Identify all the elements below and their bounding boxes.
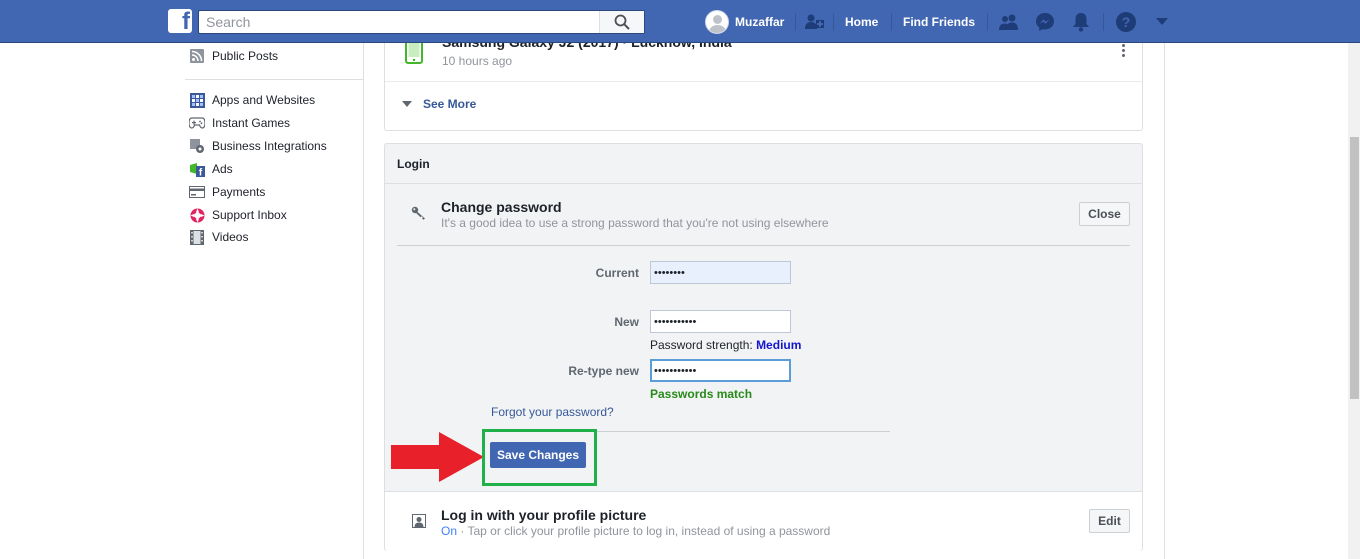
sidebar-item-label: Instant Games <box>212 116 291 130</box>
gamepad-icon <box>189 115 205 131</box>
credit-card-icon <box>189 184 205 200</box>
login-card: Login Change password It's a good idea t… <box>384 143 1143 551</box>
account-menu-chevron-down-icon[interactable] <box>1151 11 1173 33</box>
profile-picture-icon <box>412 514 426 531</box>
search-input[interactable] <box>199 11 597 33</box>
messenger-icon[interactable] <box>1034 11 1056 33</box>
user-name: Muzaffar <box>735 15 785 29</box>
login-header: Login <box>385 144 1142 184</box>
lifebuoy-icon <box>189 207 205 223</box>
rss-icon <box>189 48 205 64</box>
sidebar-item-ads[interactable]: f Ads <box>189 160 233 178</box>
retype-password-label: Re-type new <box>568 364 639 378</box>
top-bar: f Muzaffar Home Find Friends ? <box>0 0 1360 43</box>
caret-down-icon <box>402 101 412 107</box>
sidebar-item-videos[interactable]: Videos <box>189 228 248 246</box>
settings-left-nav <box>0 43 363 559</box>
sidebar-item-label: Videos <box>212 230 249 244</box>
gear-icon <box>189 138 205 154</box>
login-heading: Login <box>397 157 430 171</box>
search-button[interactable] <box>599 11 644 33</box>
new-password-field[interactable]: ••••••••••• <box>650 310 791 333</box>
home-link[interactable]: Home <box>845 15 878 29</box>
edit-button[interactable]: Edit <box>1089 509 1130 533</box>
sidebar-item-label: Payments <box>212 185 266 199</box>
current-password-field[interactable]: •••••••• <box>650 261 791 284</box>
session-card: Samsung Galaxy J2 (2017) · Lucknow, Indi… <box>384 30 1143 131</box>
password-strength: Password strength: Medium <box>650 338 802 352</box>
search-icon <box>614 14 630 30</box>
profile-link[interactable]: Muzaffar <box>705 10 784 34</box>
forgot-password-link[interactable]: Forgot your password? <box>491 405 614 419</box>
ads-icon: f <box>189 161 205 177</box>
sidebar-item-label: Support Inbox <box>212 208 287 222</box>
sidebar-item-support-inbox[interactable]: Support Inbox <box>189 206 287 224</box>
close-button[interactable]: Close <box>1079 202 1130 226</box>
sidebar-item-label: Business Integrations <box>212 139 327 153</box>
svg-text:?: ? <box>1122 14 1131 30</box>
more-options-icon[interactable] <box>1122 44 1126 59</box>
scrollbar-thumb[interactable] <box>1350 137 1359 399</box>
friend-requests-icon[interactable] <box>998 11 1020 33</box>
sidebar-item-public-posts[interactable]: Public Posts <box>189 47 278 65</box>
sidebar-item-label: Apps and Websites <box>212 93 316 107</box>
facebook-logo[interactable]: f <box>168 9 192 33</box>
find-friends-link[interactable]: Find Friends <box>903 15 975 29</box>
profile-picture-login-status: On <box>441 524 458 538</box>
change-password-title: Change password <box>441 199 562 215</box>
session-time: 10 hours ago <box>442 54 513 68</box>
avatar <box>705 10 729 34</box>
help-icon[interactable]: ? <box>1115 11 1137 33</box>
current-password-label: Current <box>595 266 639 280</box>
sidebar-item-business-integrations[interactable]: Business Integrations <box>189 137 327 155</box>
sidebar-item-payments[interactable]: Payments <box>189 183 265 201</box>
passwords-match-status: Passwords match <box>650 387 753 401</box>
save-changes-button[interactable]: Save Changes <box>490 442 586 468</box>
apps-icon <box>189 92 205 108</box>
sidebar-item-label: Public Posts <box>212 49 279 63</box>
see-more-link[interactable]: See More <box>402 97 476 111</box>
search-box <box>198 10 645 34</box>
sidebar-item-instant-games[interactable]: Instant Games <box>189 114 290 132</box>
new-password-label: New <box>614 315 639 329</box>
profile-picture-login-row: Log in with your profile picture On · Ta… <box>385 491 1142 551</box>
red-arrow-annotation <box>391 432 484 485</box>
profile-picture-login-description: On · Tap or click your profile picture t… <box>441 524 831 538</box>
profile-picture-login-title: Log in with your profile picture <box>441 507 647 523</box>
key-icon <box>411 206 427 223</box>
sidebar-item-apps-and-websites[interactable]: Apps and Websites <box>189 91 315 109</box>
sidebar-item-label: Ads <box>212 162 233 176</box>
change-password-description: It's a good idea to use a strong passwor… <box>441 216 829 230</box>
password-strength-value: Medium <box>756 338 802 352</box>
create-icon[interactable] <box>804 11 826 33</box>
notifications-bell-icon[interactable] <box>1070 11 1092 33</box>
retype-password-field[interactable]: ••••••••••• <box>650 359 791 382</box>
film-icon <box>189 229 205 245</box>
